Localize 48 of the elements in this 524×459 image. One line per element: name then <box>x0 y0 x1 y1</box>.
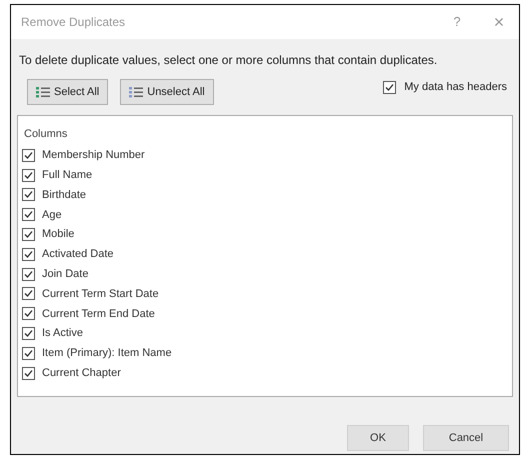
column-label: Item (Primary): Item Name <box>42 346 172 362</box>
select-all-button[interactable]: Select All <box>27 79 108 105</box>
columns-header: Columns <box>24 127 68 142</box>
instruction-text: To delete duplicate values, select one or more columns that contain duplicates. <box>19 52 438 69</box>
checkbox[interactable] <box>22 148 35 162</box>
checkmark-icon <box>24 250 33 259</box>
checkmark-icon <box>385 82 394 92</box>
checkmark-icon <box>24 289 33 298</box>
column-label: Is Active <box>42 326 83 342</box>
checkmark-icon <box>24 309 33 318</box>
ok-button[interactable]: OK <box>347 425 409 451</box>
checkmark-icon <box>24 348 33 358</box>
column-label: Age <box>42 208 62 223</box>
column-label: Birthdate <box>42 188 86 203</box>
column-label: Activated Date <box>42 247 114 262</box>
checkbox[interactable] <box>22 228 35 242</box>
checkmark-icon <box>24 368 33 378</box>
column-label: Mobile <box>42 227 74 242</box>
column-label: Full Name <box>42 168 92 183</box>
checkbox[interactable] <box>22 366 35 380</box>
window-title: Remove Duplicates <box>21 14 126 31</box>
cancel-button[interactable]: Cancel <box>423 425 509 451</box>
checkbox[interactable] <box>22 287 35 300</box>
column-label: Join Date <box>42 266 88 282</box>
column-label: Current Chapter <box>42 366 121 381</box>
checkmark-icon <box>24 329 33 338</box>
checkmark-icon <box>24 150 33 160</box>
checkbox[interactable] <box>22 168 35 182</box>
checkmark-icon <box>24 210 33 220</box>
checkbox[interactable] <box>22 208 35 222</box>
checkbox[interactable] <box>22 188 35 202</box>
list-icon <box>129 86 144 98</box>
headers-checkbox-label: My data has headers <box>404 80 507 95</box>
column-label: Current Term Start Date <box>42 286 159 302</box>
checkmark-icon <box>24 190 33 200</box>
checkbox[interactable] <box>383 80 396 94</box>
checkmark-icon <box>24 170 33 180</box>
unselect-all-button[interactable]: Unselect All <box>120 79 214 105</box>
checkmark-icon <box>24 230 33 240</box>
column-label: Current Term End Date <box>42 306 155 322</box>
checkbox[interactable] <box>22 346 35 360</box>
checkbox[interactable] <box>22 327 35 340</box>
checkbox[interactable] <box>22 268 35 281</box>
column-label: Membership Number <box>42 148 145 164</box>
list-icon <box>36 86 50 98</box>
checkmark-icon <box>24 270 33 279</box>
checkbox[interactable] <box>22 307 35 320</box>
checkbox[interactable] <box>22 248 35 261</box>
